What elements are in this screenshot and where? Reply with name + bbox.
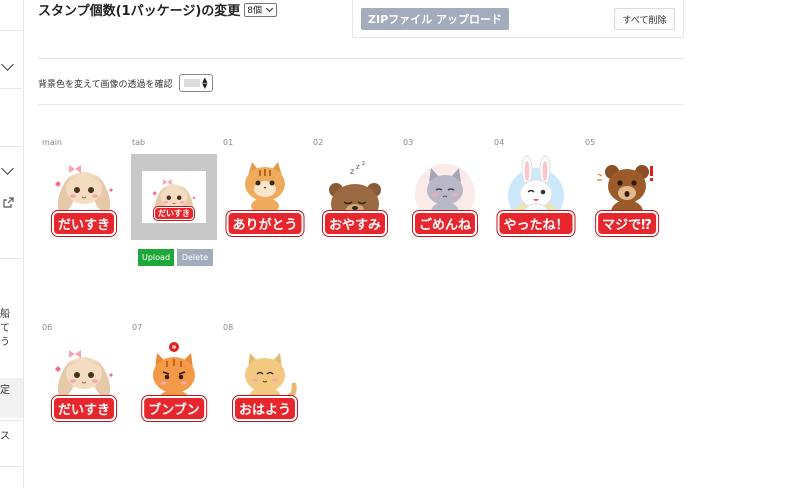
slot-label: 03 xyxy=(403,138,414,147)
sticker-caption: ありがとう xyxy=(226,211,304,236)
sidebar-divider xyxy=(0,30,22,31)
sticker-image[interactable]: やったね！ xyxy=(493,154,579,240)
sidebar-divider xyxy=(0,146,22,147)
divider xyxy=(38,104,684,105)
sticker-slot-main: main だいすき xyxy=(38,138,124,242)
slot-label: main xyxy=(42,138,62,147)
up-down-arrows-icon: ▲ ▼ xyxy=(202,76,208,90)
sticker-slot-tab: tab だいすき xyxy=(128,138,217,242)
sidebar-divider xyxy=(0,88,22,89)
slot-label: 05 xyxy=(585,138,596,147)
sticker-slot-06: 06 だいすき xyxy=(38,323,124,427)
sidebar-divider xyxy=(0,466,22,467)
slot-label: tab xyxy=(132,138,146,147)
sticker-slot-01: 01 ありがとう xyxy=(219,138,305,242)
sticker-image[interactable]: だいすき xyxy=(131,154,217,240)
sticker-caption: おやすみ xyxy=(322,211,388,236)
sticker-image[interactable]: マジで⁉ xyxy=(584,154,670,240)
left-sidebar: 船 て う 定 ス xyxy=(0,0,24,488)
sticker-caption: マジで⁉ xyxy=(596,211,658,236)
sticker-caption: だいすき xyxy=(51,396,117,421)
sticker-image[interactable]: おはよう xyxy=(222,339,308,425)
external-link-icon[interactable] xyxy=(3,197,14,208)
delete-button[interactable]: Delete xyxy=(177,249,213,266)
sidebar-divider xyxy=(0,420,22,421)
sticker-slot-08: 08 おはよう xyxy=(219,323,305,427)
upload-panel: ZIPファイル アップロード すべて削除 xyxy=(352,0,684,38)
sticker-image[interactable]: おやすみ xyxy=(312,154,398,240)
delete-all-button[interactable]: すべて削除 xyxy=(614,8,675,30)
sticker-caption: だいすき xyxy=(154,207,194,220)
stamp-count-value: 8個 xyxy=(247,6,263,16)
slot-label: 04 xyxy=(494,138,505,147)
sticker-image[interactable]: だいすき xyxy=(41,154,127,240)
sticker-slot-03: 03 ごめんね xyxy=(399,138,485,242)
stamp-count-title: スタンプ個数(1パッケージ)の変更 xyxy=(38,4,241,19)
sticker-image[interactable]: だいすき xyxy=(41,339,127,425)
sticker-caption: だいすき xyxy=(51,211,117,236)
background-color-select[interactable]: ▲ ▼ xyxy=(178,74,213,92)
sidebar-item-label[interactable]: 定 xyxy=(0,384,20,398)
slot-label: 01 xyxy=(223,138,234,147)
chevron-down-icon xyxy=(265,4,274,12)
sticker-slot-04: 04 やったね！ xyxy=(490,138,576,242)
slot-label: 07 xyxy=(132,323,143,332)
chevron-down-icon[interactable] xyxy=(1,58,14,71)
sticker-caption: おはよう xyxy=(232,396,298,421)
stamp-count-row: スタンプ個数(1パッケージ)の変更 8個 xyxy=(38,0,278,19)
zip-upload-button[interactable]: ZIPファイル アップロード xyxy=(361,8,509,30)
divider xyxy=(38,58,684,59)
sticker-slot-02: 02 おやすみ xyxy=(309,138,395,242)
color-swatch xyxy=(183,79,200,87)
sticker-caption: ブンブン xyxy=(142,396,206,421)
stamp-count-select[interactable]: 8個 xyxy=(244,2,278,17)
sticker-image[interactable]: ありがとう xyxy=(222,154,308,240)
chevron-down-icon[interactable] xyxy=(1,162,14,175)
sticker-caption: ごめんね xyxy=(412,211,478,236)
background-check-row: 背景色を変えて画像の透過を確認 ▲ ▼ xyxy=(38,74,213,92)
sidebar-item-label[interactable]: ス xyxy=(0,430,20,444)
slot-label: 06 xyxy=(42,323,53,332)
background-check-label: 背景色を変えて画像の透過を確認 xyxy=(38,79,173,90)
tab-image-preview: だいすき xyxy=(142,171,206,223)
slot-label: 08 xyxy=(223,323,234,332)
sticker-image[interactable]: ブンブン xyxy=(131,339,217,425)
upload-button[interactable]: Upload xyxy=(138,249,174,266)
sidebar-item-label[interactable]: 船 て う xyxy=(0,308,20,350)
sticker-image[interactable]: ごめんね xyxy=(402,154,488,240)
sticker-slot-05: 05 マジで⁉ xyxy=(581,138,667,242)
sidebar-divider xyxy=(0,258,22,259)
sticker-caption: やったね！ xyxy=(497,211,575,236)
slot-label: 02 xyxy=(313,138,324,147)
sticker-slot-07: 07 ブンブン xyxy=(128,323,214,427)
